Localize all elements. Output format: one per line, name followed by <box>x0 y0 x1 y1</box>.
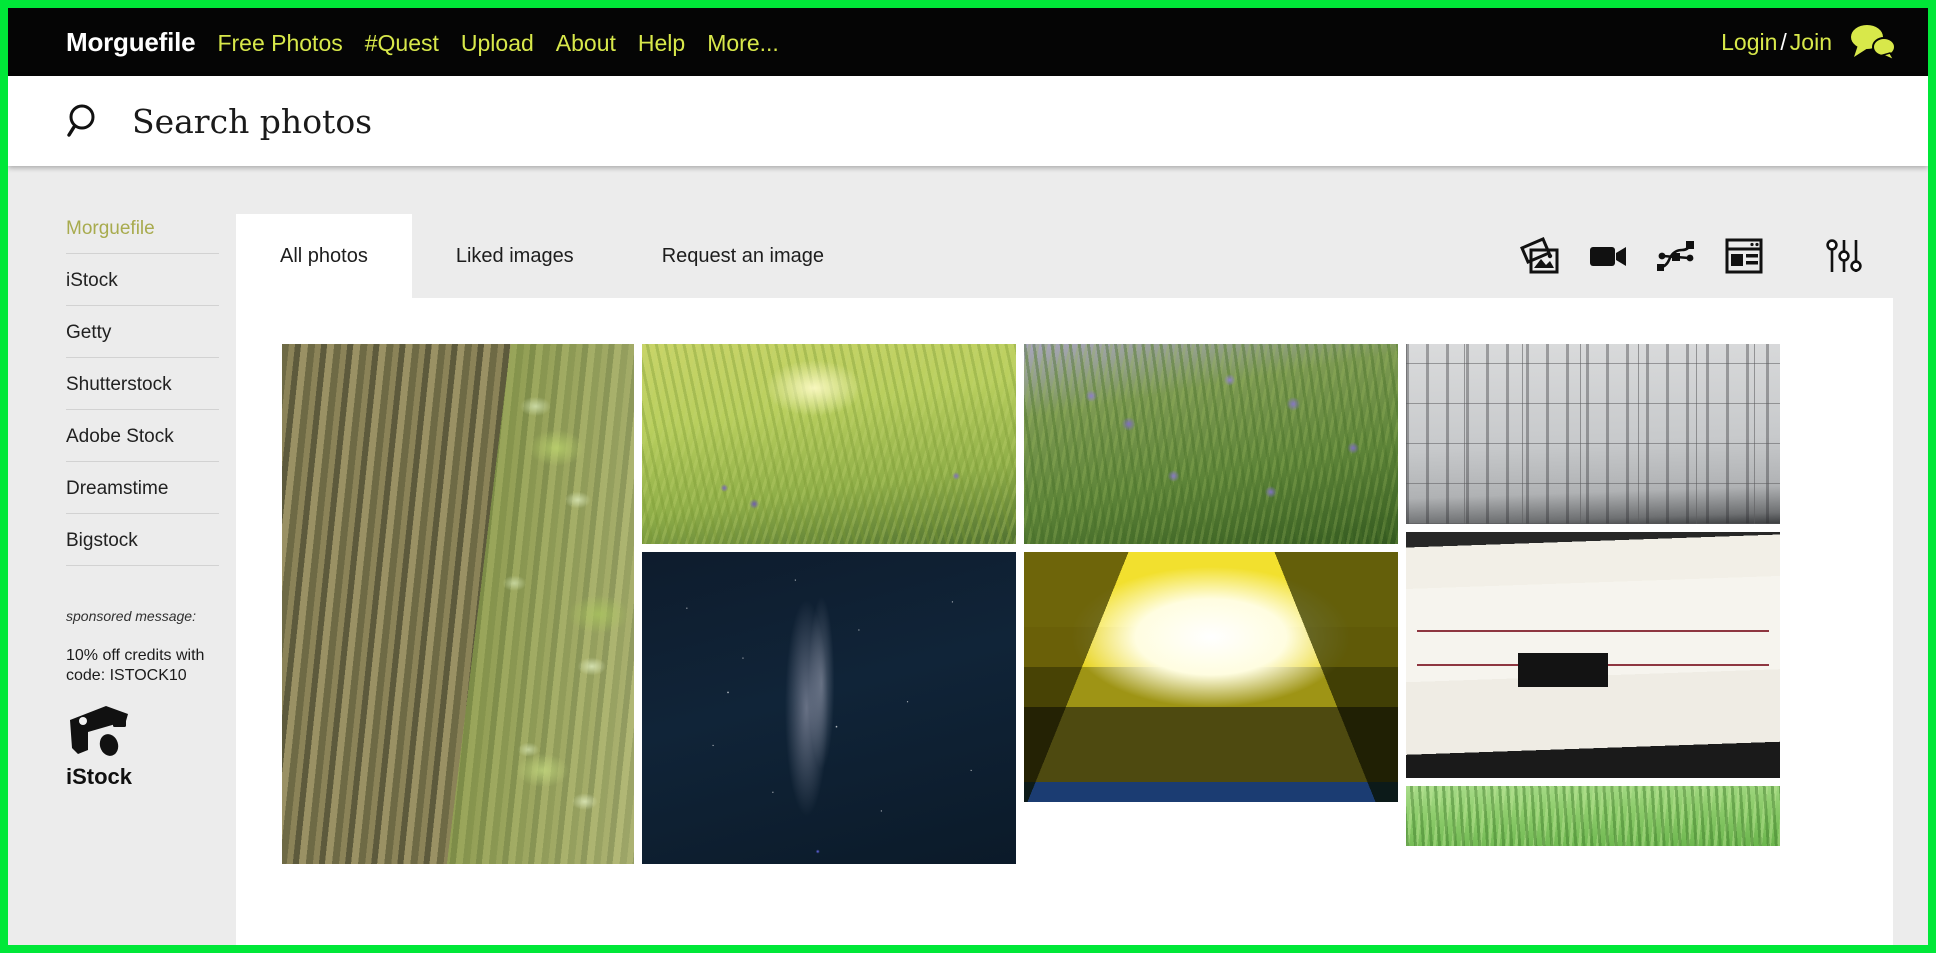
sponsored-text: 10% off credits with code: ISTOCK10 <box>66 647 205 684</box>
sidebar-item-dreamstime[interactable]: Dreamstime <box>66 474 219 514</box>
grid-column <box>642 344 1016 945</box>
sidebar-item-bigstock[interactable]: Bigstock <box>66 526 219 566</box>
sponsor-brand-name: iStock <box>66 764 133 789</box>
browser-viewport: Morguefile Free Photos #Quest Upload Abo… <box>8 8 1928 945</box>
nav-link-more[interactable]: More... <box>707 30 779 57</box>
tab-request-an-image[interactable]: Request an image <box>618 214 868 298</box>
sidebar-item-shutterstock[interactable]: Shutterstock <box>66 370 219 410</box>
photo-thumbnail[interactable] <box>1024 552 1398 802</box>
nav-link-help[interactable]: Help <box>638 30 685 57</box>
nav-account-group: Login / Join <box>1721 24 1896 60</box>
photo-grid <box>236 298 1893 945</box>
search-input[interactable]: Search photos <box>132 102 372 141</box>
photo-thumbnail[interactable] <box>1024 344 1398 544</box>
auth-separator: / <box>1780 28 1787 55</box>
photos-stack-icon[interactable] <box>1519 236 1561 276</box>
video-camera-icon[interactable] <box>1587 236 1629 276</box>
filter-sliders-icon[interactable] <box>1823 236 1865 276</box>
sponsored-message-block[interactable]: sponsored message: 10% off credits with … <box>66 608 226 790</box>
sidebar-item-istock[interactable]: iStock <box>66 266 219 306</box>
auth-links: Login / Join <box>1721 29 1832 56</box>
top-navbar: Morguefile Free Photos #Quest Upload Abo… <box>8 8 1928 76</box>
photo-thumbnail[interactable] <box>1406 344 1780 524</box>
nav-link-free-photos[interactable]: Free Photos <box>217 30 342 57</box>
template-page-icon[interactable] <box>1723 236 1765 276</box>
join-link[interactable]: Join <box>1790 29 1832 55</box>
search-bar[interactable]: Search photos <box>8 76 1928 166</box>
tab-liked-images[interactable]: Liked images <box>412 214 618 298</box>
login-link[interactable]: Login <box>1721 29 1777 55</box>
screenshot-frame: Morguefile Free Photos #Quest Upload Abo… <box>0 0 1936 953</box>
photo-thumbnail[interactable] <box>642 552 1016 864</box>
site-brand[interactable]: Morguefile <box>66 27 196 58</box>
search-icon <box>67 104 95 137</box>
sidebar-item-getty[interactable]: Getty <box>66 318 219 358</box>
vector-nodes-icon[interactable] <box>1655 236 1697 276</box>
grid-column <box>282 344 634 945</box>
photo-thumbnail[interactable] <box>282 344 634 864</box>
grid-column <box>1406 344 1780 945</box>
grid-column <box>1024 344 1398 945</box>
sidebar-item-morguefile[interactable]: Morguefile <box>66 214 219 254</box>
istock-logo-icon <box>70 706 128 756</box>
tab-all-photos[interactable]: All photos <box>236 214 412 298</box>
photo-thumbnail[interactable] <box>642 344 1016 544</box>
nav-link-upload[interactable]: Upload <box>461 30 534 57</box>
chat-bubbles-icon[interactable] <box>1850 24 1896 60</box>
results-panel: All photos Liked images Request an image <box>236 214 1893 945</box>
photo-thumbnail[interactable] <box>1406 786 1780 846</box>
nav-links-group: Morguefile Free Photos #Quest Upload Abo… <box>8 27 779 58</box>
photo-thumbnail[interactable] <box>1406 532 1780 778</box>
nav-link-about[interactable]: About <box>556 30 616 57</box>
media-type-toolbar <box>1519 214 1865 298</box>
sidebar-item-adobe-stock[interactable]: Adobe Stock <box>66 422 219 462</box>
source-sidebar: Morguefile iStock Getty Shutterstock Ado… <box>66 214 219 790</box>
sponsored-label: sponsored message: <box>66 608 196 624</box>
results-tabbar: All photos Liked images Request an image <box>236 214 1893 298</box>
page-body: Morguefile iStock Getty Shutterstock Ado… <box>8 166 1928 945</box>
nav-link-quest[interactable]: #Quest <box>365 30 439 57</box>
